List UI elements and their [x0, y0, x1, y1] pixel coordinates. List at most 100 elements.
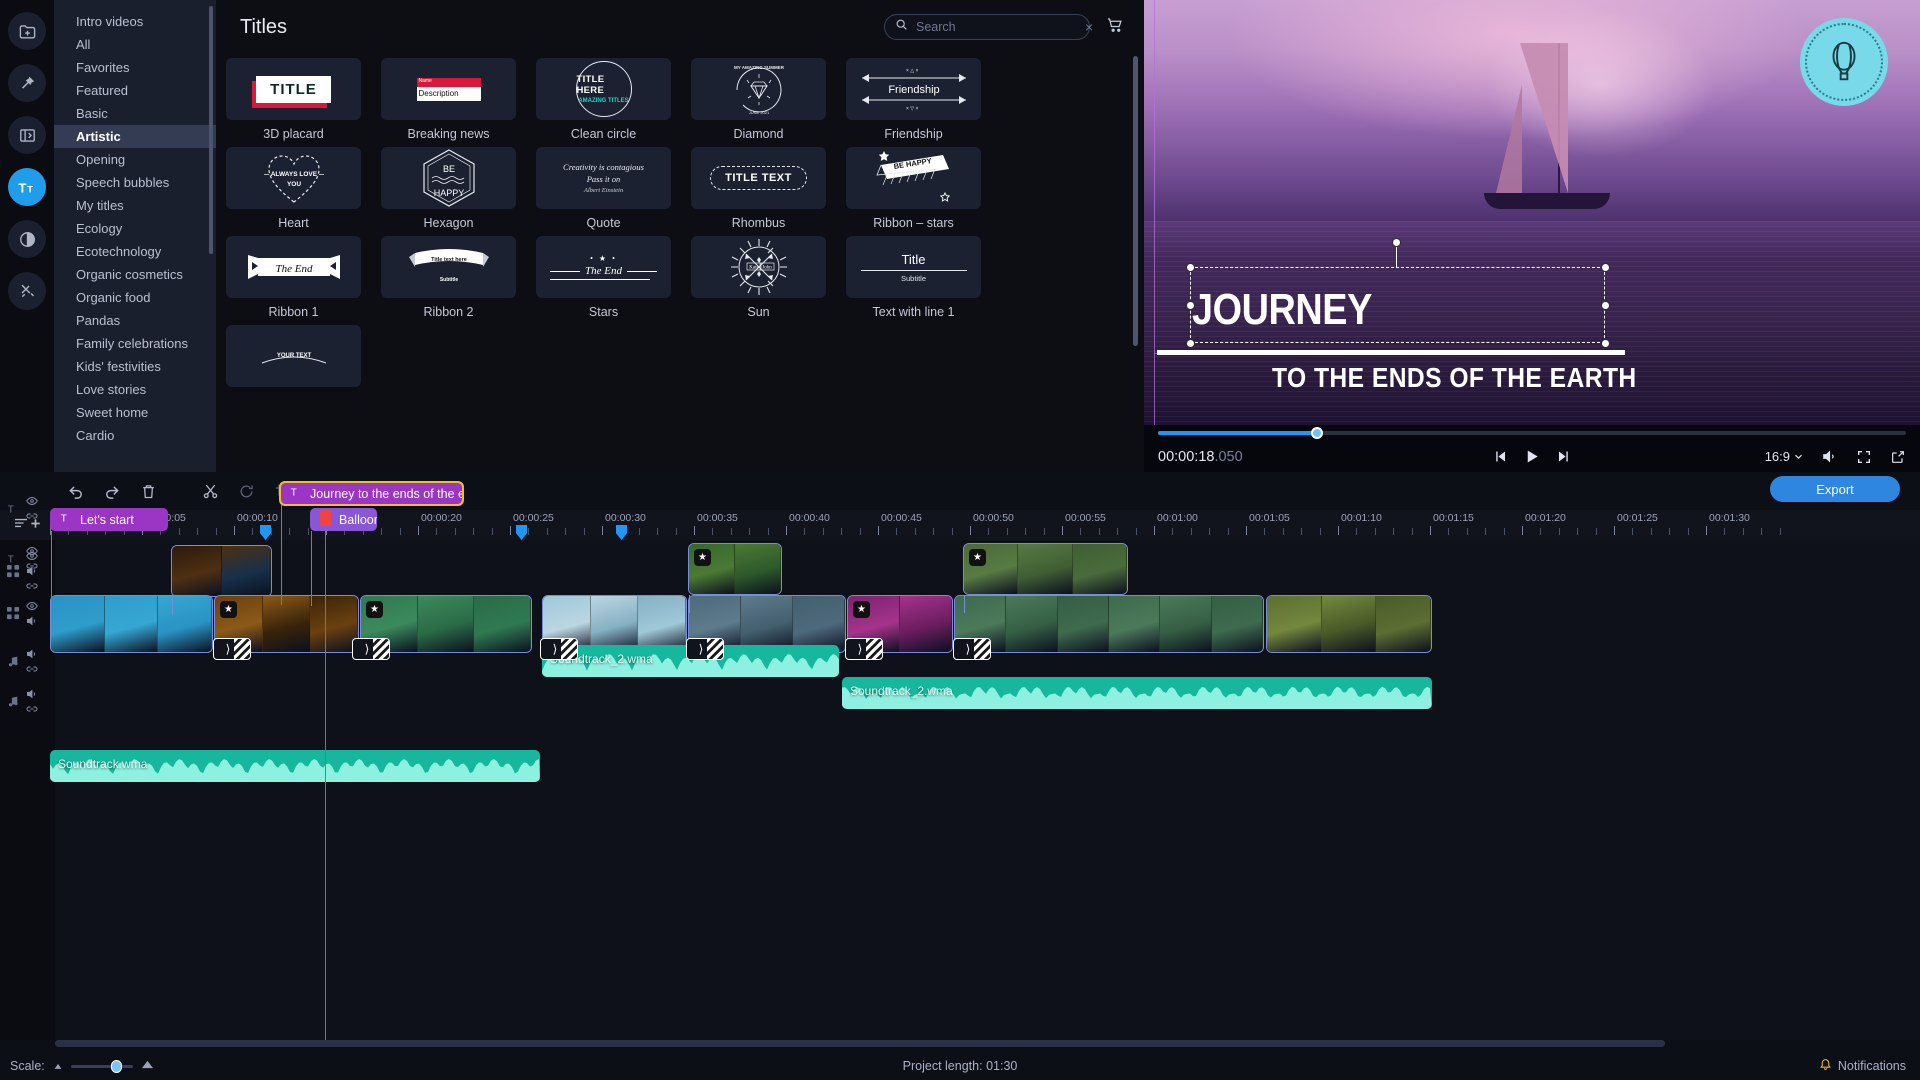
undo-icon[interactable] [58, 476, 94, 506]
timeline-horizontal-scrollbar[interactable] [55, 1040, 1665, 1047]
fullscreen-icon[interactable] [1856, 449, 1872, 465]
titles-scrollbar[interactable] [1133, 56, 1138, 346]
category-item-organic-food[interactable]: Organic food [54, 286, 216, 309]
tools-icon[interactable] [8, 272, 46, 310]
overlay-subtitle-text[interactable]: TO THE ENDS OF THE EARTH [1272, 362, 1637, 394]
redo-icon[interactable] [94, 476, 130, 506]
overlay-handle-rotate[interactable] [1392, 238, 1401, 247]
cart-icon[interactable] [1106, 16, 1124, 39]
timeline-ruler[interactable]: 00:00:0000:00:0500:00:1000:00:1500:00:20… [0, 510, 1920, 540]
category-item-all[interactable]: All [54, 33, 216, 56]
favorite-star-icon[interactable]: ★ [969, 549, 986, 566]
title-tile-ribbon-1[interactable]: The End [226, 236, 361, 298]
title-tile-sun[interactable]: Kate John [691, 236, 826, 298]
play-icon[interactable] [1524, 448, 1541, 465]
link-icon[interactable] [26, 663, 38, 675]
title-tile-hexagon[interactable]: BE HAPPY [381, 147, 516, 209]
notifications-button[interactable]: Notifications [1819, 1058, 1906, 1074]
overlay-handle-top-left[interactable] [1186, 263, 1195, 272]
timeline-transition[interactable]: ⟩ [540, 638, 578, 660]
overlay-handle-bottom-right[interactable] [1601, 339, 1610, 348]
speaker-icon[interactable] [26, 648, 38, 660]
timeline-overlay-clip[interactable] [171, 545, 272, 597]
track-header-audio-track-1[interactable] [0, 648, 55, 675]
split-icon[interactable] [192, 476, 228, 506]
playhead-handle[interactable] [320, 510, 331, 526]
speaker-icon[interactable] [26, 688, 38, 700]
timeline-video-clip[interactable] [954, 595, 1264, 653]
detach-icon[interactable] [1890, 449, 1906, 465]
title-tile-quote[interactable]: Creativity is contagious Pass it on Albert… [536, 147, 671, 209]
rotate-icon[interactable] [228, 476, 264, 506]
timeline-transition[interactable]: ⟩ [352, 638, 390, 660]
title-tile-ribbon-stars[interactable]: BE HAPPY [846, 147, 981, 209]
eye-icon[interactable] [26, 495, 38, 507]
category-item-sweet-home[interactable]: Sweet home [54, 401, 216, 424]
link-icon[interactable] [26, 510, 38, 522]
timeline-video-clip[interactable] [1266, 595, 1432, 653]
timeline-overlay-clip[interactable]: ★ [963, 543, 1128, 595]
timeline-transition[interactable]: ⟩ [686, 638, 724, 660]
title-tile-text-with-line-1[interactable]: Title Subtitle [846, 236, 981, 298]
timeline-marker[interactable] [516, 525, 527, 540]
category-item-pandas[interactable]: Pandas [54, 309, 216, 332]
titles-icon[interactable]: T T [8, 168, 46, 206]
category-item-kids-festivities[interactable]: Kids' festivities [54, 355, 216, 378]
timeline-transition[interactable]: ⟩ [213, 638, 251, 660]
balloon-logo-overlay[interactable] [1800, 18, 1888, 106]
category-item-artistic[interactable]: Artistic [54, 125, 216, 148]
scale-zoom-in-icon[interactable] [141, 1059, 154, 1073]
timeline-video-clip[interactable] [50, 595, 213, 653]
eye-icon[interactable] [26, 550, 38, 562]
title-tile-rhombus[interactable]: TITLE TEXT [691, 147, 826, 209]
search-input[interactable] [916, 20, 1077, 34]
category-item-my-titles[interactable]: My titles [54, 194, 216, 217]
category-item-featured[interactable]: Featured [54, 79, 216, 102]
aspect-ratio-selector[interactable]: 16:9 [1765, 449, 1803, 464]
title-tile-3d-placard[interactable]: TITLE [226, 58, 361, 120]
category-item-ecotechnology[interactable]: Ecotechnology [54, 240, 216, 263]
favorite-star-icon[interactable]: ★ [366, 601, 383, 618]
stickers-icon[interactable] [8, 220, 46, 258]
link-icon[interactable] [26, 703, 38, 715]
scale-slider-handle[interactable] [110, 1059, 122, 1073]
title-tile-friendship[interactable]: Friendship × △ × × ▽ × [846, 58, 981, 120]
delete-icon[interactable] [130, 476, 166, 506]
category-item-ecology[interactable]: Ecology [54, 217, 216, 240]
eye-icon[interactable] [26, 600, 38, 612]
favorite-star-icon[interactable]: ★ [694, 549, 711, 566]
speaker-icon[interactable] [26, 615, 38, 627]
timeline-overlay-clip[interactable]: ★ [688, 543, 782, 595]
category-item-intro-videos[interactable]: Intro videos [54, 10, 216, 33]
title-tile-heart[interactable]: — ALWAYS LOVE — YOU [226, 147, 361, 209]
filters-icon[interactable] [8, 64, 46, 102]
favorite-star-icon[interactable]: ★ [220, 601, 237, 618]
category-item-cardio[interactable]: Cardio [54, 424, 216, 447]
export-button[interactable]: Export [1770, 476, 1900, 502]
timeline-marker[interactable] [616, 525, 627, 540]
overlay-handle-middle-right[interactable] [1601, 301, 1610, 310]
timeline-audio-clip[interactable]: Soundtrack.wma [50, 750, 540, 782]
timeline-transition[interactable]: ⟩ [845, 638, 883, 660]
speaker-icon[interactable] [26, 565, 38, 577]
category-item-basic[interactable]: Basic [54, 102, 216, 125]
track-header-main-video-track[interactable] [0, 600, 55, 627]
category-scrollbar[interactable] [209, 6, 213, 254]
category-item-love-stories[interactable]: Love stories [54, 378, 216, 401]
title-tile-partial[interactable]: YOUR TEXT [226, 325, 361, 387]
timeline-transition[interactable]: ⟩ [953, 638, 991, 660]
title-tile-diamond[interactable]: MY AMAZING SUMMER JUNE 2021 [691, 58, 826, 120]
transitions-icon[interactable] [8, 116, 46, 154]
title-tile-ribbon-2[interactable]: Title text here Subtitle [381, 236, 516, 298]
link-icon[interactable] [26, 580, 38, 592]
import-icon[interactable] [8, 12, 46, 50]
category-item-family-celebrations[interactable]: Family celebrations [54, 332, 216, 355]
overlay-handle-bottom-left[interactable] [1186, 339, 1195, 348]
timeline-title-clip[interactable]: T Let's start [50, 508, 168, 531]
overlay-handle-top-right[interactable] [1601, 263, 1610, 272]
category-item-organic-cosmetics[interactable]: Organic cosmetics [54, 263, 216, 286]
scale-slider[interactable] [70, 1059, 133, 1073]
favorite-star-icon[interactable]: ★ [853, 601, 870, 618]
overlay-handle-middle-left[interactable] [1186, 301, 1195, 310]
title-tile-clean-circle[interactable]: TITLE HERE AMAZING TITLES [536, 58, 671, 120]
